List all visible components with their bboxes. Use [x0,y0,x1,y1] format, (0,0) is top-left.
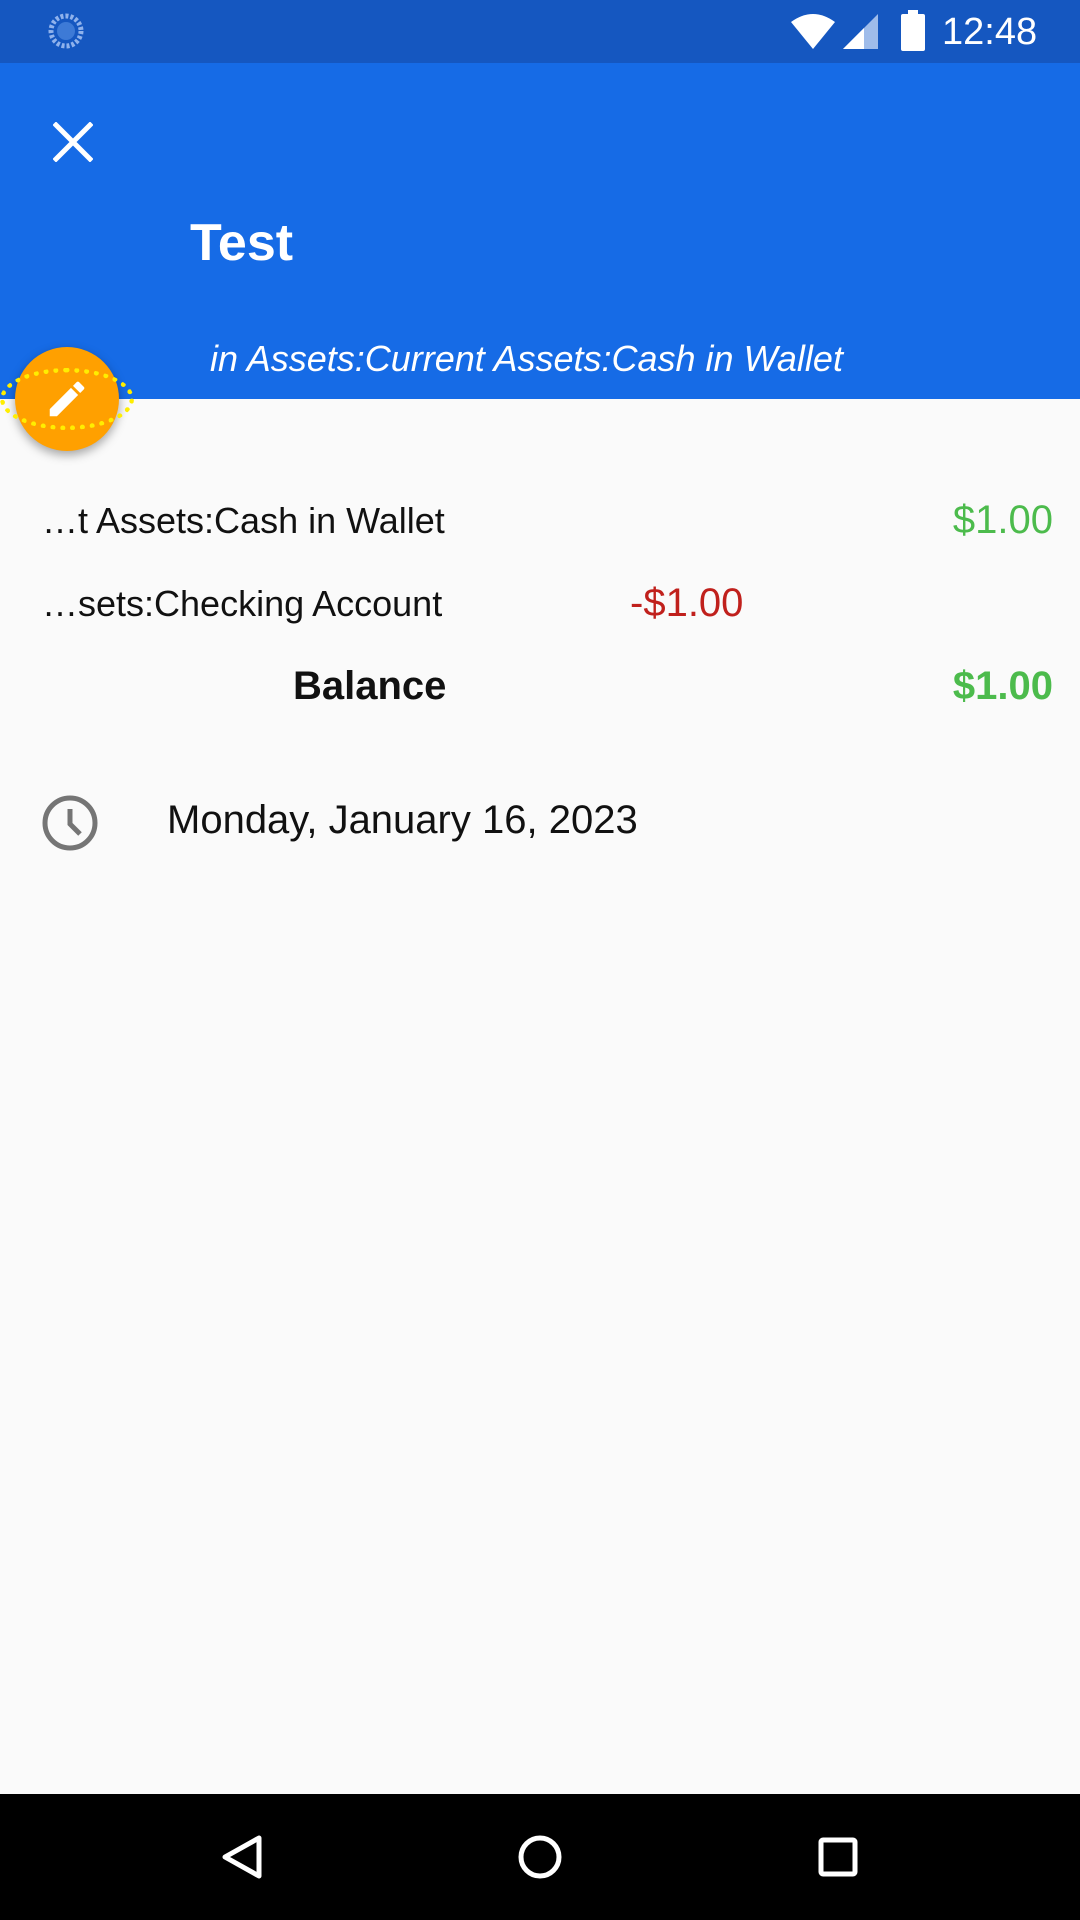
split-account: …sets:Checking Account [42,583,443,624]
account-subtitle: in Assets:Current Assets:Cash in Wallet [210,338,843,379]
split-row: …sets:Checking Account -$1.00 [0,575,1080,635]
back-button[interactable] [207,1822,277,1892]
balance-value: $1.00 [952,664,1053,708]
pencil-icon [49,381,85,417]
status-bar: 12:48 [0,0,1080,63]
balance-row: Balance $1.00 [0,658,1080,718]
status-time: 12:48 [942,11,1038,53]
close-button[interactable] [38,107,108,177]
split-credit-amount: -$1.00 [630,581,744,625]
split-row: …t Assets:Cash in Wallet $1.00 [0,492,1080,552]
balance-label: Balance [293,664,447,708]
transaction-title: Test [190,214,294,272]
split-debit-amount: $1.00 [952,498,1053,542]
app-bar: Test in Assets:Current Assets:Cash in Wa… [0,63,1080,399]
recents-button[interactable] [803,1822,873,1892]
transaction-date[interactable]: Monday, January 16, 2023 [167,798,638,843]
cell-signal-icon [843,14,878,49]
home-icon [518,1835,562,1879]
battery-icon [901,10,925,51]
loading-icon [48,13,84,49]
clock-icon [42,795,98,851]
navigation-bar [0,1794,1080,1920]
wifi-icon [791,14,835,49]
home-button[interactable] [505,1822,575,1892]
edit-button[interactable] [15,347,119,451]
split-account: …t Assets:Cash in Wallet [42,500,445,541]
close-icon [53,122,93,162]
back-icon [222,1835,262,1879]
recents-icon [818,1837,858,1877]
